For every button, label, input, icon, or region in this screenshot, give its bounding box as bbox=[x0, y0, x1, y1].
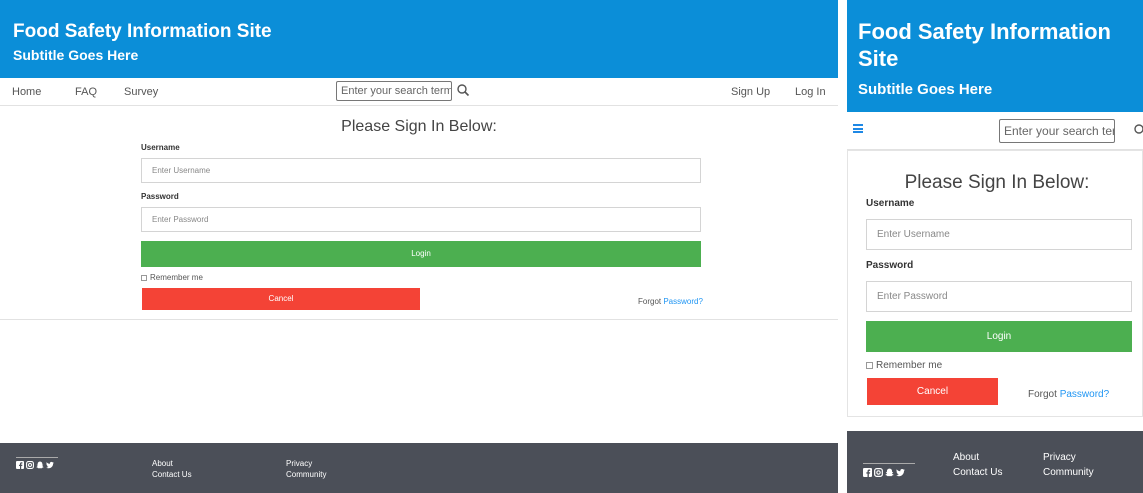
site-footer: About Contact Us Privacy Community bbox=[0, 443, 838, 493]
mobile-login-card: Please Sign In Below: Username Enter Use… bbox=[847, 150, 1143, 417]
mobile-facebook-icon[interactable] bbox=[863, 468, 872, 477]
mobile-password-input[interactable]: Enter Password bbox=[866, 281, 1132, 312]
search-input[interactable]: Enter your search term... bbox=[336, 81, 452, 101]
mobile-snapchat-icon[interactable] bbox=[885, 468, 894, 477]
footer-privacy-link[interactable]: Privacy bbox=[286, 459, 312, 468]
mobile-instagram-icon[interactable] bbox=[874, 468, 883, 477]
password-label: Password bbox=[141, 192, 179, 201]
footer-about-link[interactable]: About bbox=[152, 459, 173, 468]
facebook-icon[interactable] bbox=[16, 461, 24, 469]
remember-checkbox[interactable] bbox=[141, 274, 147, 281]
navbar: Home FAQ Survey Enter your search term..… bbox=[0, 78, 838, 106]
site-header: Food Safety Information Site Subtitle Go… bbox=[0, 0, 838, 78]
mobile-footer-privacy-link[interactable]: Privacy bbox=[1043, 452, 1076, 463]
social-icons bbox=[16, 461, 54, 469]
login-section: Please Sign In Below: Username Enter Use… bbox=[0, 106, 838, 320]
nav-faq-link[interactable]: FAQ bbox=[75, 86, 97, 98]
social-divider bbox=[16, 457, 58, 458]
mobile-remember-label: Remember me bbox=[876, 360, 943, 371]
mobile-site-header: Food Safety Information Site Subtitle Go… bbox=[847, 0, 1143, 112]
mobile-site-footer: About Contact Us Privacy Community bbox=[847, 431, 1143, 493]
mobile-login-button[interactable]: Login bbox=[866, 321, 1132, 352]
hamburger-menu-icon[interactable] bbox=[853, 124, 863, 133]
forgot-password: Forgot Password? bbox=[638, 297, 703, 306]
nav-survey-link[interactable]: Survey bbox=[124, 86, 158, 98]
mobile-footer-community-link[interactable]: Community bbox=[1043, 467, 1094, 478]
forgot-text: Forgot bbox=[638, 297, 664, 306]
site-title: Food Safety Information Site bbox=[13, 21, 272, 42]
mobile-username-label: Username bbox=[866, 198, 915, 209]
mobile-password-label: Password bbox=[866, 260, 914, 271]
remember-label: Remember me bbox=[150, 273, 203, 282]
mobile-login-heading: Please Sign In Below: bbox=[904, 172, 1090, 193]
pane-divider bbox=[838, 0, 847, 493]
mobile-forgot-password: Forgot Password? bbox=[1028, 389, 1109, 400]
mobile-twitter-icon[interactable] bbox=[896, 468, 905, 477]
nav-sign-up-link[interactable]: Sign Up bbox=[731, 86, 770, 98]
mobile-cancel-button[interactable]: Cancel bbox=[867, 378, 998, 405]
search-icon[interactable] bbox=[456, 83, 470, 97]
mobile-site-subtitle: Subtitle Goes Here bbox=[858, 81, 993, 98]
mobile-site-title: Food Safety Information Site bbox=[858, 19, 1111, 71]
password-input[interactable]: Enter Password bbox=[141, 207, 701, 232]
username-label: Username bbox=[141, 143, 180, 152]
nav-log-in-link[interactable]: Log In bbox=[795, 86, 826, 98]
mobile-forgot-text: Forgot bbox=[1028, 389, 1060, 400]
mobile-remember-me[interactable]: Remember me bbox=[866, 360, 942, 371]
nav-home-link[interactable]: Home bbox=[12, 86, 41, 98]
footer-contact-link[interactable]: Contact Us bbox=[152, 470, 192, 479]
mobile-footer-contact-link[interactable]: Contact Us bbox=[953, 467, 1002, 478]
mobile-view: Food Safety Information Site Subtitle Go… bbox=[847, 0, 1143, 493]
twitter-icon[interactable] bbox=[46, 461, 54, 469]
login-button[interactable]: Login bbox=[141, 241, 701, 267]
cancel-button[interactable]: Cancel bbox=[142, 288, 420, 310]
mobile-navbar: Enter your search ter bbox=[847, 112, 1143, 150]
snapchat-icon[interactable] bbox=[36, 461, 44, 469]
mobile-footer-about-link[interactable]: About bbox=[953, 452, 979, 463]
footer-community-link[interactable]: Community bbox=[286, 470, 326, 479]
mobile-forgot-password-link[interactable]: Password? bbox=[1060, 389, 1109, 400]
mobile-search-input[interactable]: Enter your search ter bbox=[999, 119, 1115, 143]
desktop-view: Food Safety Information Site Subtitle Go… bbox=[0, 0, 838, 493]
mobile-username-input[interactable]: Enter Username bbox=[866, 219, 1132, 250]
forgot-password-link[interactable]: Password? bbox=[663, 297, 703, 306]
instagram-icon[interactable] bbox=[26, 461, 34, 469]
login-heading: Please Sign In Below: bbox=[341, 118, 497, 135]
mobile-search-icon[interactable] bbox=[1133, 123, 1143, 137]
remember-me[interactable]: Remember me bbox=[141, 273, 203, 282]
username-input[interactable]: Enter Username bbox=[141, 158, 701, 183]
site-subtitle: Subtitle Goes Here bbox=[13, 47, 139, 63]
mobile-social-icons bbox=[863, 468, 905, 477]
mobile-social-divider bbox=[863, 463, 915, 464]
mobile-remember-checkbox[interactable] bbox=[866, 362, 873, 369]
